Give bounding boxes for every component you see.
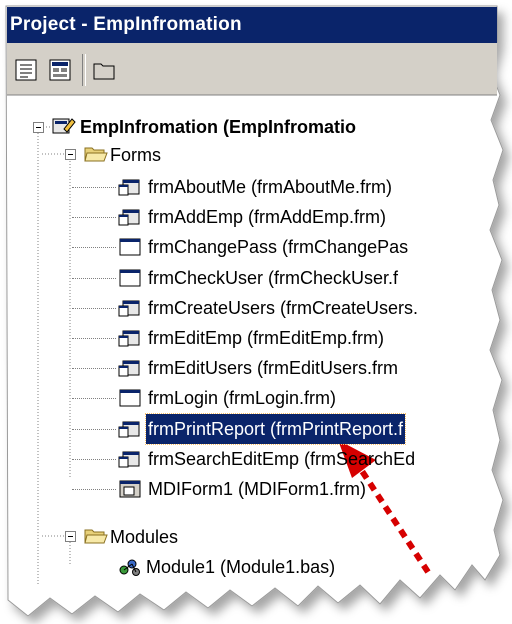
folder-open-icon: [84, 147, 108, 162]
folder-open-icon: [84, 529, 108, 544]
collapse-forms-icon[interactable]: [65, 149, 76, 160]
form-window-icon: [119, 269, 141, 287]
form-window-icon: [119, 238, 141, 256]
tree-connector: [72, 247, 116, 248]
collapse-modules-icon[interactable]: [65, 531, 76, 542]
form-icon: [118, 209, 140, 226]
project-icon: [52, 118, 76, 134]
mdi-form-icon: [119, 480, 141, 498]
tree-item-form[interactable]: frmAddEmp (frmAddEmp.frm): [146, 202, 388, 232]
tree-item-form[interactable]: frmLogin (frmLogin.frm): [146, 383, 338, 413]
form-icon: [118, 179, 140, 196]
tree-item-form[interactable]: frmChangePass (frmChangePas: [146, 232, 410, 262]
tree-connector: [72, 187, 116, 188]
view-object-button[interactable]: [48, 58, 72, 82]
tree-item-form[interactable]: frmCreateUsers (frmCreateUsers.: [146, 293, 420, 323]
tree-connector: [72, 429, 116, 430]
tree-connector: [72, 278, 116, 279]
tree-connector: [72, 398, 116, 399]
tree-connector: [72, 308, 116, 309]
form-icon: [118, 330, 140, 347]
view-code-icon: [15, 59, 37, 81]
form-icon: [118, 360, 140, 377]
tree-item-form[interactable]: frmEditEmp (frmEditEmp.frm): [146, 323, 386, 353]
toggle-folders-button[interactable]: [92, 58, 116, 82]
tree-item-module1[interactable]: Module1 (Module1.bas): [144, 552, 337, 582]
folder-icon: [93, 63, 115, 80]
tree-item-form[interactable]: frmCheckUser (frmCheckUser.f: [146, 263, 400, 293]
view-object-icon: [49, 59, 71, 81]
tree-item-form[interactable]: frmAboutMe (frmAboutMe.frm): [146, 172, 394, 202]
collapse-project-icon[interactable]: [33, 122, 44, 133]
form-icon: [118, 421, 140, 438]
tree-connector: [72, 217, 116, 218]
form-window-icon: [119, 389, 141, 407]
tree-connector: [72, 459, 116, 460]
view-code-button[interactable]: [14, 58, 38, 82]
tree-item-project[interactable]: EmpInfromation (EmpInfromatio: [78, 112, 358, 142]
form-icon: [118, 451, 140, 468]
toolbar-band: [7, 43, 497, 95]
tree-connector: [72, 489, 116, 490]
project-explorer-window: Project - EmpInfromation EmpInfromation …: [0, 0, 512, 624]
toolbar-separator: [82, 54, 86, 86]
tree-item-forms-folder[interactable]: Forms: [108, 140, 163, 170]
tree-item-modules-folder[interactable]: Modules: [108, 522, 180, 552]
tree-item-form[interactable]: frmEditUsers (frmEditUsers.frm: [146, 353, 400, 383]
tree-connector: [72, 368, 116, 369]
tree-connector: [72, 338, 116, 339]
window-title: Project - EmpInfromation: [10, 14, 242, 35]
module-icon: [119, 559, 140, 576]
tree-item-form[interactable]: frmSearchEditEmp (frmSearchEd: [146, 444, 417, 474]
tree-item-form[interactable]: frmPrintReport (frmPrintReport.f: [144, 413, 407, 445]
tree-item-form[interactable]: MDIForm1 (MDIForm1.frm): [146, 474, 368, 504]
form-icon: [118, 300, 140, 317]
